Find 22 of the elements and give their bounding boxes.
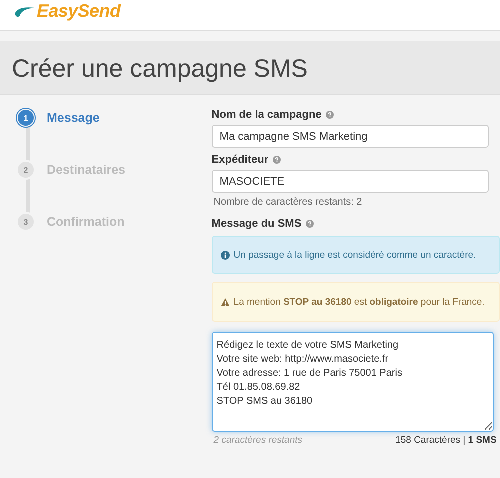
remaining-text: 2 caractères restants — [212, 435, 303, 446]
field-label: Expéditeur — [212, 154, 269, 166]
hint-text: Nombre de caractères restants: 2 — [214, 197, 364, 208]
character-count: 158 Caractères | 1 SMS — [396, 435, 497, 446]
page-title: Créer une campagne SMS — [12, 55, 309, 84]
sender-field[interactable]: MASOCIETE — [212, 170, 489, 193]
campaign-name-field[interactable]: Ma campagne SMS Marketing — [212, 125, 489, 148]
step-tab[interactable]: Message — [47, 111, 100, 125]
message-field[interactable]: Rédigez le texte de votre SMS Marketing Votre site web: http://www.masociete.fr Votre adresse: 1 rue de Paris 75001 Paris Tél 01.85.08.69.82 STOP SMS au 36180 — [212, 332, 494, 432]
help-icon[interactable] — [272, 156, 281, 164]
step-number: 1 — [17, 109, 35, 127]
alert-text: La mention STOP au 36180 est obligatoire pour la France. — [234, 296, 485, 308]
field-label: Message du SMS — [212, 218, 302, 230]
alert-text: Un passage à la ligne est considéré comme un caractère. — [234, 250, 476, 260]
logo: EasySend — [37, 1, 121, 22]
warning-icon — [220, 298, 230, 306]
help-icon[interactable] — [326, 111, 334, 119]
step-number: 3 — [17, 213, 35, 231]
field-label: Nom de la campagne — [212, 109, 322, 121]
step-number: 2 — [17, 161, 35, 179]
info-icon — [220, 250, 230, 260]
help-icon[interactable] — [306, 220, 314, 228]
